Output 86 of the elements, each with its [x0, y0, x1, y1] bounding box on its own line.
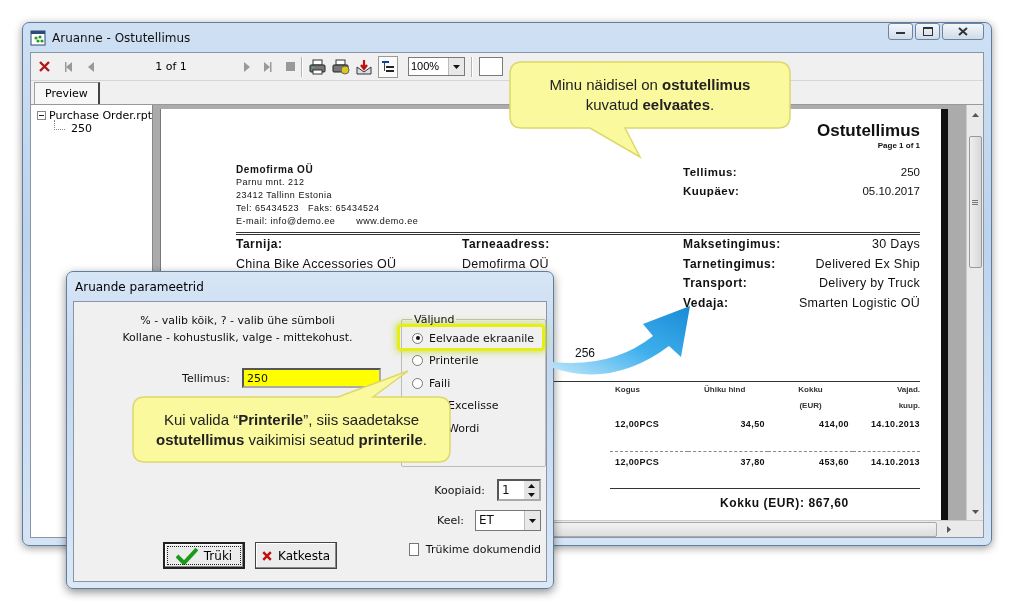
field-label: Keel: [437, 514, 464, 527]
callout-text: Kui valida “Printerile”, siis saadetakse ostutellimus vaikimisi seatud printerile. [155, 409, 428, 450]
field-label: Tarnija: [236, 236, 284, 253]
table-cell: 453,60 [819, 457, 849, 467]
check-icon [175, 546, 198, 565]
option-label: Excelisse [448, 399, 499, 413]
field-value: Demofirma OÜ [462, 255, 550, 273]
column-header: Vajad. kuup. [895, 384, 920, 412]
field-label: Koopiaid: [434, 483, 485, 497]
field-label: Tarneaadress: [462, 236, 551, 253]
copies-spinner[interactable]: 1 [497, 479, 541, 501]
table-cell: 14.10.2013 [870, 457, 920, 467]
report-title: Ostutellimus [816, 121, 920, 141]
field-value: 250 [900, 165, 920, 180]
table-cell: 34,50 [740, 419, 765, 429]
scroll-down-icon[interactable] [971, 510, 979, 514]
window-title: Aruanne - Ostutellimus [52, 30, 191, 45]
company-name: Demofirma OÜ [236, 163, 315, 176]
cancel-button[interactable]: Katkesta [255, 542, 337, 569]
printer-setup-icon[interactable] [332, 58, 350, 75]
field-value: 05.10.2017 [862, 184, 920, 199]
page-number: Page 1 of 1 [876, 141, 920, 151]
print-documents-checkbox[interactable]: Trükime dokumendid [401, 543, 541, 556]
radio-option[interactable]: Printerile [412, 349, 545, 372]
language-dropdown[interactable]: ET [475, 510, 541, 531]
preview-tab[interactable]: Preview [34, 82, 100, 104]
spin-down-icon[interactable] [528, 492, 535, 497]
radio-option[interactable]: Eelvaade ekraanile [412, 327, 542, 350]
order-field[interactable]: 250 [242, 368, 381, 388]
callout-text: Minu näidisel on ostutellimus kuvatud eelvaates. [548, 75, 752, 115]
scroll-up-icon[interactable] [971, 113, 979, 117]
field-label: Tellimus: [181, 371, 230, 385]
close-icon[interactable] [39, 61, 50, 72]
zoom-dropdown[interactable]: 100% [408, 57, 465, 76]
group-label: Väljund [413, 313, 456, 326]
table-cell: 414,00 [819, 419, 849, 429]
company-detail: Parnu mnt. 212 [236, 176, 306, 189]
field-label: Kuupäev: [683, 184, 740, 199]
column-header: Kogus [615, 384, 640, 396]
vertical-scrollbar[interactable] [966, 105, 983, 520]
printer-icon[interactable] [309, 58, 326, 75]
close-icon [958, 27, 968, 36]
close-button[interactable] [942, 23, 984, 40]
search-field[interactable] [479, 57, 503, 76]
page-indicator: 1 of 1 [154, 60, 188, 73]
radio-option[interactable]: Faili [412, 371, 545, 395]
field-label: Tellimus: [683, 165, 738, 180]
company-detail: 23412 Tallinn Estonia [236, 189, 333, 202]
group-tree-toggle[interactable] [378, 55, 398, 78]
tree-item[interactable]: Purchase Order.rpt [49, 109, 152, 122]
hint-text: Kollane - kohustuslik, valge - mittekohust. [121, 330, 354, 346]
total-amount: Kokku (EUR): 867,60 [720, 496, 849, 510]
column-header: Kokku (EUR) [797, 384, 824, 412]
spin-up-icon[interactable] [528, 483, 535, 488]
field-label: Vedaja: [683, 294, 729, 312]
scroll-right-icon[interactable] [947, 525, 951, 533]
tree-item[interactable]: 250 [71, 122, 92, 135]
dialog-title: Aruande parameetrid [74, 278, 205, 296]
company-detail: E-mail: info@demo.ee www.demo.ee [236, 215, 420, 228]
app-icon [30, 29, 46, 46]
field-value: Smarten Logistic OÜ [798, 294, 920, 312]
table-cell: 14.10.2013 [870, 419, 920, 429]
field-value: 30 Days [872, 236, 920, 253]
table-cell: 12,00PCS [615, 457, 660, 467]
field-value: 256 [575, 346, 596, 360]
collapse-icon[interactable] [37, 111, 46, 120]
field-value: Delivery by Truck [819, 275, 920, 292]
tree-icon [382, 60, 394, 73]
minimize-button[interactable] [888, 23, 913, 40]
grip-icon [972, 199, 978, 205]
field-value: China Bike Accessories OÜ [236, 255, 398, 273]
maximize-icon [922, 27, 933, 36]
field-label: Maksetingimus: [683, 236, 781, 253]
caret-icon [453, 64, 460, 69]
hint-text: % - valib kõik, ? - valib ühe sümboli [139, 313, 336, 329]
caret-icon [529, 518, 536, 523]
field-label: Tarnetingimus: [683, 255, 776, 273]
column-header: Ühiku hind [704, 384, 746, 396]
company-detail: Tel: 65434523 Faks: 65434524 [236, 202, 381, 215]
maximize-button[interactable] [915, 23, 940, 40]
table-cell: 37,80 [740, 457, 765, 467]
print-button[interactable]: Trüki [163, 542, 245, 569]
table-cell: 12,00PCS [615, 419, 660, 429]
field-value: Delivered Ex Ship [815, 255, 920, 273]
field-label: Transport: [683, 275, 748, 292]
export-icon[interactable] [356, 58, 372, 75]
